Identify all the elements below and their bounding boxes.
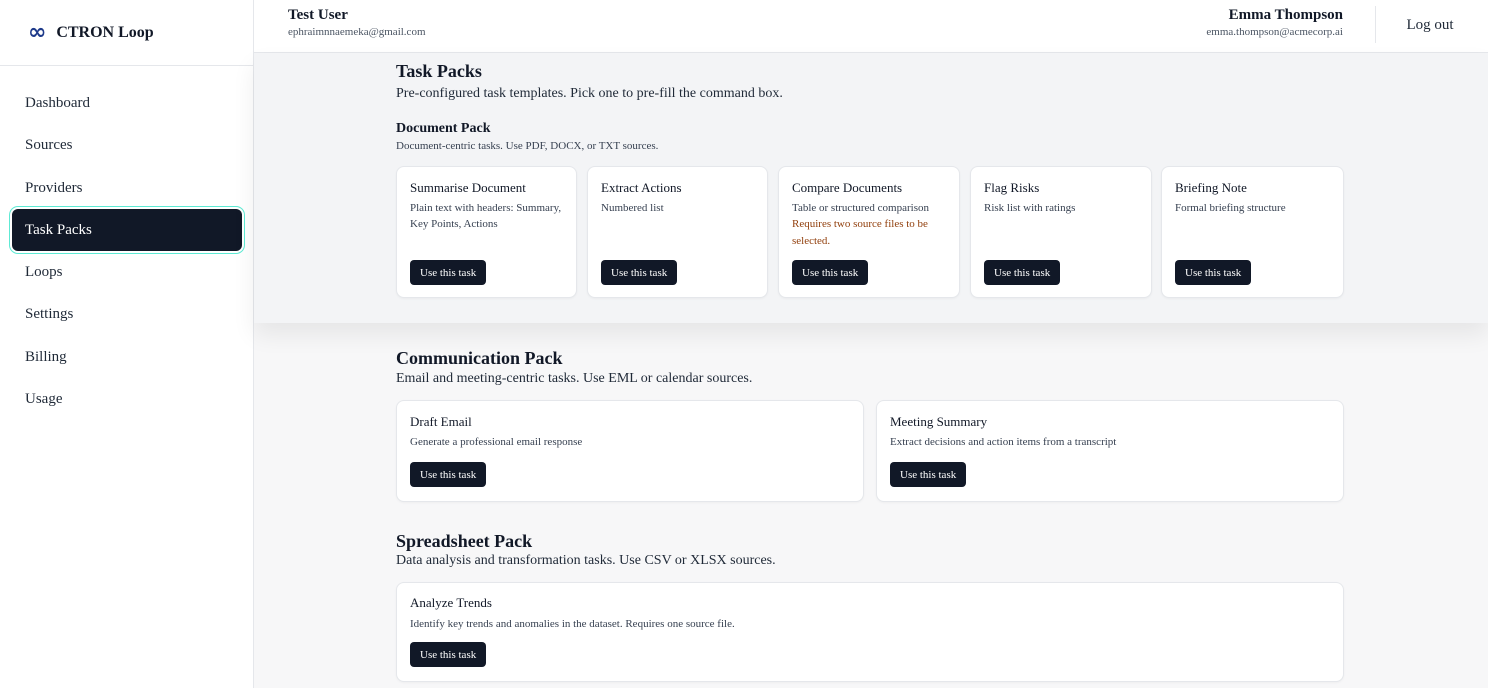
top-header: Test User ephraimnnaemeka@gmail.com Emma…	[254, 0, 1488, 53]
sidebar-item-settings[interactable]: Settings	[12, 293, 242, 335]
pack-description-document: Document-centric tasks. Use PDF, DOCX, o…	[396, 140, 659, 152]
header-divider	[1375, 6, 1376, 43]
page-description: Pre-configured task templates. Pick one …	[396, 86, 783, 101]
task-title: Briefing Note	[1175, 180, 1247, 195]
task-title: Compare Documents	[792, 180, 903, 195]
sidebar-item-dashboard[interactable]: Dashboard	[12, 82, 242, 124]
task-card-meeting-summary: Meeting Summary Extract decisions and ac…	[876, 400, 1344, 502]
current-user-email: ephraimnnaemeka@gmail.com	[288, 26, 426, 38]
page-title: Task Packs	[396, 61, 482, 81]
sidebar-nav: Dashboard Sources Providers Task Packs L…	[0, 82, 254, 420]
task-description: Risk list with ratings	[984, 202, 1076, 214]
use-task-button[interactable]: Use this task	[890, 462, 967, 487]
task-card-flag-risks: Flag Risks Risk list with ratings Use th…	[970, 166, 1152, 298]
brand[interactable]: ∞ CTRON Loop	[0, 0, 253, 66]
task-description: Identify key trends and anomalies in the…	[410, 618, 735, 630]
account-user-email: emma.thompson@acmecorp.ai	[1206, 26, 1343, 38]
pack-title-spreadsheet: Spreadsheet Pack	[396, 531, 533, 551]
brand-name: CTRON Loop	[56, 23, 154, 41]
pack-title-communication: Communication Pack	[396, 348, 563, 368]
pack-title-document: Document Pack	[396, 121, 491, 136]
sidebar-item-billing[interactable]: Billing	[12, 336, 242, 378]
account-user-name: Emma Thompson	[1228, 7, 1343, 23]
use-task-button[interactable]: Use this task	[410, 462, 487, 487]
logout-button[interactable]: Log out	[1388, 14, 1472, 36]
task-card-summarise-document: Summarise Document Plain text with heade…	[396, 166, 577, 298]
use-task-button[interactable]: Use this task	[410, 260, 487, 285]
use-task-button[interactable]: Use this task	[601, 260, 678, 285]
task-warning: Requires two source files to be selected…	[792, 218, 928, 247]
use-task-button[interactable]: Use this task	[792, 260, 869, 285]
use-task-button[interactable]: Use this task	[1175, 260, 1252, 285]
sidebar-item-sources[interactable]: Sources	[12, 124, 242, 166]
task-description: Formal briefing structure	[1175, 202, 1286, 214]
task-title: Flag Risks	[984, 180, 1040, 195]
pack-description-communication: Email and meeting-centric tasks. Use EML…	[396, 371, 753, 386]
task-description: Generate a professional email response	[410, 436, 583, 448]
sidebar-item-usage[interactable]: Usage	[12, 378, 242, 420]
pack-description-spreadsheet: Data analysis and transformation tasks. …	[396, 553, 776, 568]
task-description: Numbered list	[601, 202, 664, 214]
current-user: Test User ephraimnnaemeka@gmail.com	[288, 7, 426, 38]
task-description: Extract decisions and action items from …	[890, 436, 1117, 448]
current-user-name: Test User	[288, 7, 348, 23]
infinity-icon: ∞	[28, 19, 47, 45]
use-task-button[interactable]: Use this task	[410, 642, 487, 667]
sidebar-item-providers[interactable]: Providers	[12, 167, 242, 209]
task-description: Table or structured comparison	[792, 202, 929, 214]
task-title: Meeting Summary	[890, 414, 988, 429]
task-card-draft-email: Draft Email Generate a professional emai…	[396, 400, 864, 502]
main-content: Task Packs Pre-configured task templates…	[254, 53, 1488, 688]
sidebar: ∞ CTRON Loop Dashboard Sources Providers…	[0, 0, 254, 688]
task-title: Extract Actions	[601, 180, 682, 195]
task-card-briefing-note: Briefing Note Formal briefing structure …	[1161, 166, 1344, 298]
use-task-button[interactable]: Use this task	[984, 260, 1061, 285]
task-card-analyze-trends: Analyze Trends Identify key trends and a…	[396, 582, 1344, 682]
sidebar-item-loops[interactable]: Loops	[12, 251, 242, 293]
sidebar-item-task-packs[interactable]: Task Packs	[12, 208, 242, 251]
task-title: Draft Email	[410, 414, 472, 429]
account-user: Emma Thompson emma.thompson@acmecorp.ai	[1206, 7, 1343, 38]
task-title: Analyze Trends	[410, 595, 492, 610]
task-card-extract-actions: Extract Actions Numbered list Use this t…	[587, 166, 768, 298]
task-description: Plain text with headers: Summary, Key Po…	[410, 202, 562, 230]
task-title: Summarise Document	[410, 180, 526, 195]
task-card-compare-documents: Compare Documents Table or structured co…	[778, 166, 960, 298]
